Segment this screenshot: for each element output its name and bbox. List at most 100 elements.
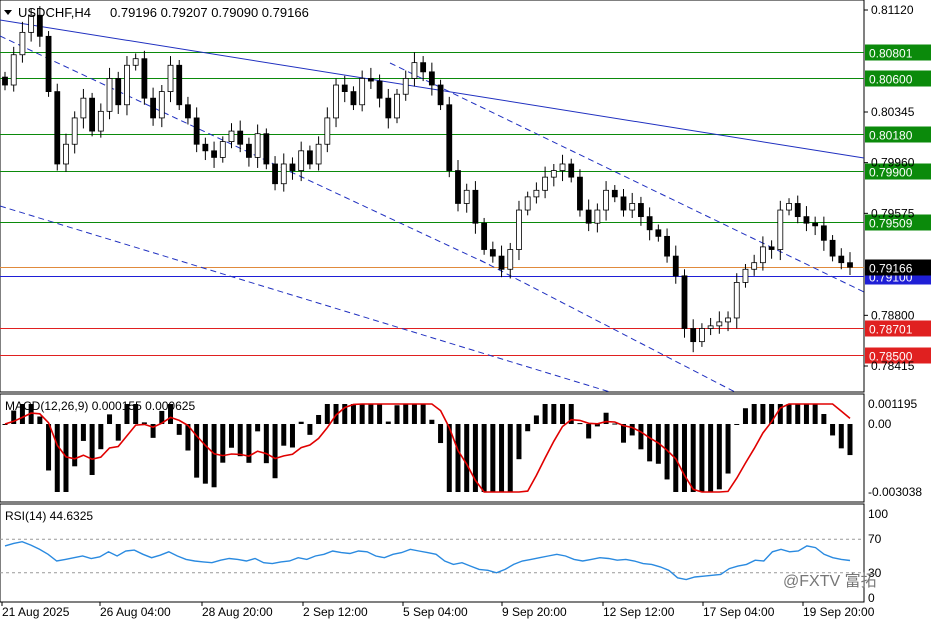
- candle-bearish[interactable]: [672, 255, 679, 277]
- candle-bullish[interactable]: [742, 268, 749, 283]
- candle-bullish[interactable]: [63, 143, 69, 165]
- candle-bullish[interactable]: [71, 117, 78, 145]
- candle-bullish[interactable]: [733, 282, 740, 319]
- candle-bearish[interactable]: [350, 91, 357, 106]
- macd-histogram-bar: [647, 424, 653, 462]
- candle-bearish[interactable]: [481, 222, 488, 250]
- candle-bearish[interactable]: [611, 189, 618, 198]
- candle-bearish[interactable]: [489, 249, 496, 257]
- candle-bullish[interactable]: [594, 209, 601, 224]
- candle-bearish[interactable]: [498, 255, 505, 270]
- candle-bearish[interactable]: [237, 130, 244, 145]
- candle-bullish[interactable]: [786, 203, 792, 211]
- candle-bullish[interactable]: [411, 62, 418, 79]
- candle-bearish[interactable]: [376, 80, 383, 99]
- candle-bullish[interactable]: [725, 317, 731, 323]
- candle-bearish[interactable]: [681, 275, 688, 329]
- candle-bearish[interactable]: [150, 97, 156, 119]
- candle-bearish[interactable]: [437, 84, 444, 106]
- candle-bearish[interactable]: [472, 189, 479, 224]
- candle-bearish[interactable]: [263, 133, 270, 165]
- candle-bullish[interactable]: [759, 246, 766, 264]
- candle-bearish[interactable]: [568, 163, 575, 178]
- candle-bullish[interactable]: [254, 133, 261, 158]
- candle-bullish[interactable]: [533, 189, 540, 198]
- candle-bearish[interactable]: [54, 91, 61, 165]
- candle-bearish[interactable]: [690, 328, 697, 343]
- candle-bullish[interactable]: [106, 78, 113, 112]
- candle-bullish[interactable]: [550, 170, 557, 178]
- candle-bearish[interactable]: [202, 143, 209, 152]
- candle-bearish[interactable]: [211, 150, 217, 158]
- candle-bullish[interactable]: [603, 189, 609, 211]
- candle-bullish[interactable]: [10, 54, 17, 86]
- candle-bearish[interactable]: [341, 84, 348, 92]
- candle-bullish[interactable]: [751, 262, 758, 270]
- candle-bearish[interactable]: [89, 97, 96, 132]
- candle-bullish[interactable]: [132, 58, 139, 66]
- candle-bearish[interactable]: [794, 203, 801, 218]
- candle-bearish[interactable]: [193, 117, 200, 145]
- candle-bullish[interactable]: [699, 328, 705, 343]
- candle-bearish[interactable]: [768, 246, 775, 250]
- candle-bullish[interactable]: [158, 91, 165, 119]
- candle-bearish[interactable]: [306, 150, 313, 165]
- candle-bullish[interactable]: [298, 150, 305, 171]
- candle-bearish[interactable]: [577, 176, 583, 211]
- candle-bearish[interactable]: [272, 163, 278, 185]
- candle-bearish[interactable]: [246, 143, 252, 158]
- candle-bullish[interactable]: [402, 78, 409, 95]
- chart-window[interactable]: 0.80801 0.80600 0.80180 0.79900 0.79509 0.791…: [0, 0, 936, 624]
- candle-bearish[interactable]: [585, 209, 592, 224]
- candle-bearish[interactable]: [176, 64, 183, 106]
- candle-bullish[interactable]: [228, 130, 235, 143]
- candle-bullish[interactable]: [167, 64, 174, 92]
- main-pane[interactable]: [0, 0, 865, 393]
- candle-bearish[interactable]: [655, 229, 662, 237]
- candle-bearish[interactable]: [115, 78, 122, 106]
- candle-bearish[interactable]: [638, 203, 644, 218]
- candle-bearish[interactable]: [646, 216, 653, 231]
- candle-bearish[interactable]: [428, 71, 435, 86]
- candle-bearish[interactable]: [446, 104, 453, 171]
- candle-bullish[interactable]: [463, 189, 470, 204]
- candle-bearish[interactable]: [847, 262, 853, 268]
- candle-bullish[interactable]: [524, 196, 531, 211]
- candle-bullish[interactable]: [280, 163, 287, 185]
- candle-bearish[interactable]: [185, 104, 191, 119]
- candle-bullish[interactable]: [324, 117, 331, 145]
- candle-bearish[interactable]: [664, 235, 670, 257]
- candle-bullish[interactable]: [707, 325, 714, 329]
- candle-bearish[interactable]: [838, 255, 845, 264]
- candle-bullish[interactable]: [359, 78, 366, 106]
- candle-bullish[interactable]: [559, 163, 566, 171]
- candle-bearish[interactable]: [420, 62, 427, 73]
- candle-bullish[interactable]: [315, 143, 322, 165]
- candle-bearish[interactable]: [829, 239, 836, 257]
- candle-bullish[interactable]: [394, 93, 400, 119]
- candle-bearish[interactable]: [141, 58, 148, 99]
- candle-bullish[interactable]: [219, 141, 226, 158]
- candle-bullish[interactable]: [80, 97, 87, 119]
- candle-bullish[interactable]: [716, 321, 723, 327]
- candle-bullish[interactable]: [542, 176, 549, 191]
- candle-bullish[interactable]: [777, 209, 784, 250]
- candle-bullish[interactable]: [507, 249, 514, 270]
- chart-canvas[interactable]: 0.808010.806000.801800.799000.795090.791…: [0, 0, 936, 624]
- candle-bearish[interactable]: [803, 216, 810, 224]
- candle-bearish[interactable]: [289, 163, 296, 171]
- candle-bearish[interactable]: [812, 222, 819, 227]
- candle-bearish[interactable]: [455, 170, 461, 204]
- candle-bullish[interactable]: [124, 64, 130, 106]
- candle-bearish[interactable]: [620, 196, 627, 211]
- candle-bearish[interactable]: [2, 76, 8, 86]
- candle-bearish[interactable]: [367, 78, 374, 82]
- candle-bullish[interactable]: [333, 84, 339, 119]
- candle-bullish[interactable]: [629, 203, 636, 211]
- candle-bullish[interactable]: [19, 31, 26, 56]
- candle-bullish[interactable]: [97, 110, 104, 132]
- candle-bearish[interactable]: [820, 225, 827, 241]
- candle-bullish[interactable]: [516, 209, 522, 250]
- candle-bearish[interactable]: [45, 35, 52, 92]
- candle-bearish[interactable]: [385, 97, 392, 119]
